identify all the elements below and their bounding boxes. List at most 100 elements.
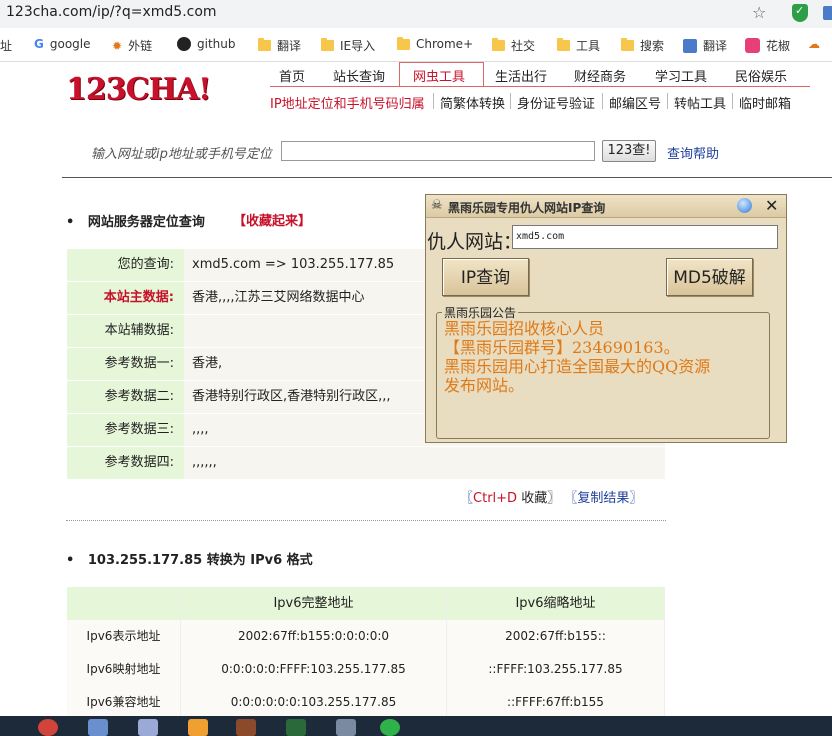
nav-item-home[interactable]: 首页 <box>279 66 305 85</box>
bookmark-huajiao[interactable]: 花椒 <box>745 37 790 54</box>
search-help-link[interactable]: 查询帮助 <box>667 143 719 162</box>
popup-site-label: 仇人网站： <box>427 231 523 253</box>
cell-full: 2002:67ff:b155:0:0:0:0:0 <box>181 620 447 653</box>
wechat-taskbar-icon[interactable] <box>380 719 400 736</box>
orb-icon[interactable] <box>737 198 752 213</box>
subnav-item-tempmail[interactable]: 临时邮箱 <box>739 93 791 112</box>
row-value: 香港, <box>192 356 223 371</box>
notice-text: 黑雨乐园招收核心人员 【黑雨乐园群号】234690163。 黑雨乐园用心打造全国… <box>444 319 774 395</box>
cell-full: 0:0:0:0:0:0:103.255.177.85 <box>181 686 447 719</box>
subnav-separator <box>602 93 603 109</box>
cell-short: 2002:67ff:b155:: <box>447 620 665 653</box>
folder-icon <box>492 38 505 51</box>
row-value: 香港,,,,江苏三艾网络数据中心 <box>192 290 365 305</box>
bookmark-google[interactable]: Ggoogle <box>34 37 91 51</box>
header-cell: Ipv6完整地址 <box>181 587 447 620</box>
ctrl-d-hint[interactable]: Ctrl+D <box>473 491 517 506</box>
nav-divider <box>270 86 810 87</box>
search-label: 输入网址或ip地址或手机号定位 <box>91 147 272 162</box>
subnav-separator <box>732 93 733 109</box>
subnav-separator <box>433 93 434 109</box>
extension-icon[interactable] <box>823 6 832 20</box>
nav-item-finance[interactable]: 财经商务 <box>574 66 626 85</box>
ip-query-button[interactable]: IP查询 <box>442 258 529 296</box>
row-label: Ipv6映射地址 <box>67 653 181 686</box>
row-label: Ipv6表示地址 <box>67 620 181 653</box>
app-taskbar-icon[interactable] <box>88 719 108 736</box>
skull-icon: ☠ <box>431 198 443 213</box>
result-actions: 〖Ctrl+D 收藏〗 〖复制结果〗 <box>460 491 643 506</box>
bookmark-folder-shejiao[interactable]: 社交 <box>492 37 535 54</box>
popup-titlebar[interactable]: ☠ 黑雨乐园专用仇人网站IP查询 ✕ <box>426 195 786 218</box>
folder-icon <box>397 36 410 50</box>
cloud-icon[interactable]: ☁ <box>808 37 820 51</box>
table-row: Ipv6兼容地址 0:0:0:0:0:0:103.255.177.85 ::FF… <box>67 686 665 719</box>
folder-icon <box>621 38 634 51</box>
table-row: Ipv6映射地址 0:0:0:0:0:FFFF:103.255.177.85 :… <box>67 653 665 686</box>
folder-icon <box>321 38 334 51</box>
bookmark-github[interactable]: github <box>177 37 235 51</box>
bookmark-folder-chrome[interactable]: Chrome+ <box>397 36 473 51</box>
app-taskbar-icon[interactable] <box>286 719 306 736</box>
cell-short: ::FFFF:67ff:b155 <box>447 686 665 719</box>
nav-item-life[interactable]: 生活出行 <box>495 66 547 85</box>
address-bar[interactable]: 123cha.com/ip/?q=xmd5.com ☆ <box>0 0 832 28</box>
row-label: 参考数据三: <box>67 414 184 446</box>
table-row: Ipv6表示地址 2002:67ff:b155:0:0:0:0:0 2002:6… <box>67 620 665 653</box>
github-icon <box>177 37 191 51</box>
app-taskbar-icon[interactable] <box>138 719 158 736</box>
row-label: 参考数据二: <box>67 381 184 413</box>
bookmark-folder-sousuo[interactable]: 搜索 <box>621 37 664 54</box>
nav-item-nettools[interactable]: 网虫工具 <box>413 66 465 85</box>
row-label: Ipv6兼容地址 <box>67 686 181 719</box>
row-label: 参考数据一: <box>67 348 184 380</box>
bookmark-folder-gongju[interactable]: 工具 <box>557 37 600 54</box>
app-taskbar-icon[interactable] <box>336 719 356 736</box>
notice-line: 发布网站。 <box>444 376 525 395</box>
bookmark-wailian[interactable]: ✹ 外链 <box>112 37 152 54</box>
row-label: 您的查询: <box>67 249 184 281</box>
cell-full: 0:0:0:0:0:FFFF:103.255.177.85 <box>181 653 447 686</box>
folder-icon <box>557 38 570 51</box>
subnav-item-postcode[interactable]: 邮编区号 <box>609 93 661 112</box>
nav-item-webmaster[interactable]: 站长查询 <box>333 66 385 85</box>
favorite-link[interactable]: 【收藏起来】 <box>233 210 311 229</box>
url-text[interactable]: 123cha.com/ip/?q=xmd5.com <box>6 4 217 20</box>
bookmark-link[interactable]: 收藏〗 <box>517 491 560 506</box>
row-value: ,,,, <box>192 422 209 437</box>
header-divider <box>62 177 832 178</box>
bookmark-translate[interactable]: 翻译 <box>683 37 727 54</box>
copy-result-link[interactable]: 复制结果 <box>577 491 629 506</box>
gear-icon: ✹ <box>112 38 123 53</box>
bookmark-item[interactable]: 址 <box>0 37 12 54</box>
subnav-item-idcard[interactable]: 身份证号验证 <box>517 93 595 112</box>
search-input[interactable] <box>281 141 595 161</box>
translate-icon <box>683 38 697 53</box>
popup-site-input[interactable]: xmd5.com <box>512 225 778 249</box>
close-icon[interactable]: ✕ <box>765 196 778 215</box>
bookmark-folder-ie[interactable]: IE导入 <box>321 37 375 54</box>
shield-extension-icon[interactable] <box>792 4 808 22</box>
subnav-separator <box>667 93 668 109</box>
bookmark-folder-fanyi[interactable]: 翻译 <box>258 37 301 54</box>
chrome-taskbar-icon[interactable] <box>38 719 58 736</box>
row-label: 本站主数据: <box>67 282 184 314</box>
section-title-ipv6: • 103.255.177.85 转换为 IPv6 格式 <box>66 553 313 568</box>
app-taskbar-icon[interactable] <box>236 719 256 736</box>
subnav-item-convert[interactable]: 简繁体转换 <box>440 93 505 112</box>
md5-crack-button[interactable]: MD5破解 <box>666 258 753 296</box>
nav-item-folk[interactable]: 民俗娱乐 <box>735 66 787 85</box>
taskbar <box>0 716 832 736</box>
subnav-item-ip[interactable]: IP地址定位和手机号码归属 <box>270 93 425 112</box>
nav-item-study[interactable]: 学习工具 <box>655 66 707 85</box>
bookmarks-bar: 址 Ggoogle ✹ 外链 github 翻译 IE导入 Chrome+ 社交 … <box>0 28 832 62</box>
folder-icon <box>258 38 271 51</box>
table-header-row: Ipv6完整地址 Ipv6缩略地址 <box>67 587 665 620</box>
bookmark-star-icon[interactable]: ☆ <box>752 3 766 22</box>
row-label: 本站辅数据: <box>67 315 184 347</box>
row-value: 香港特别行政区,香港特别行政区,,, <box>192 389 391 404</box>
site-logo[interactable]: 123CHA! <box>66 72 211 107</box>
search-button[interactable]: 123查! <box>602 140 656 162</box>
subnav-item-repost[interactable]: 转帖工具 <box>674 93 726 112</box>
app-taskbar-icon[interactable] <box>188 719 208 736</box>
